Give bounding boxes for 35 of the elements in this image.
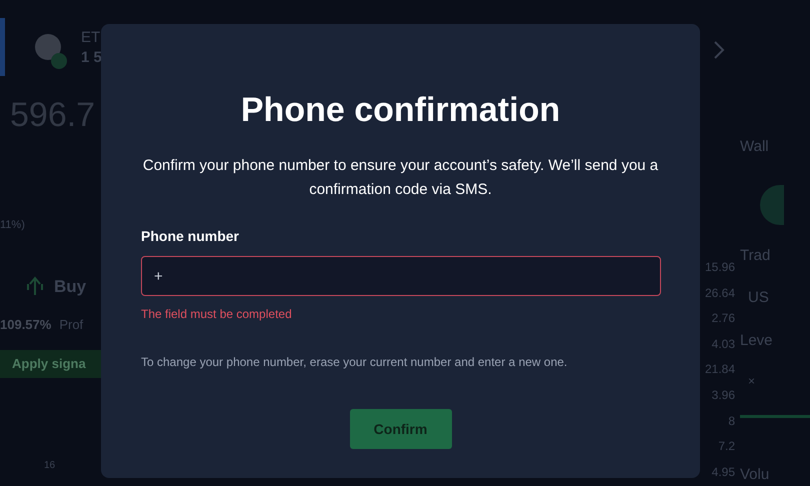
profit-label: Prof: [59, 316, 84, 334]
leverage-symbol: ×: [747, 373, 756, 390]
table-value: 4.95: [710, 464, 735, 481]
trade-value: US: [747, 288, 770, 308]
signal-direction: Buy: [54, 276, 86, 298]
confirm-button[interactable]: Confirm: [350, 409, 452, 449]
table-value: 15.96: [704, 259, 735, 276]
table-value: 4.03: [710, 336, 735, 353]
apply-signal-button[interactable]: Apply signa: [0, 350, 101, 378]
slider-track: [740, 415, 810, 418]
table-value: 8: [727, 412, 735, 430]
table-value: 2.76: [710, 310, 735, 328]
table-value: 3.96: [710, 386, 735, 404]
trade-label: Trad: [740, 246, 772, 266]
coin-icon: [35, 34, 67, 69]
error-message: The field must be completed: [141, 306, 293, 323]
field-label: Phone number: [141, 227, 240, 246]
signal-up-icon: [26, 276, 44, 296]
table-value: 7.2: [717, 438, 735, 456]
asset-symbol: ET: [81, 28, 102, 48]
phone-field[interactable]: +: [141, 256, 661, 296]
hint-text: To change your phone number, erase your current number and enter a new one.: [141, 354, 568, 371]
wallet-icon: [760, 184, 784, 224]
modal-title: Phone confirmation: [240, 90, 562, 130]
change-value: 11%): [0, 218, 26, 233]
volume-label: Volu: [740, 465, 770, 485]
axis-label: 16: [44, 458, 56, 472]
table-value: 21.84: [704, 361, 735, 378]
table-value: 26.64: [704, 284, 735, 302]
asset-amount: 1 5: [81, 48, 102, 68]
leverage-label: Leve: [740, 330, 774, 350]
profit-value: 109.57%: [0, 316, 52, 334]
wallet-label: Wall: [740, 137, 770, 157]
chevron-right-icon[interactable]: [713, 40, 725, 60]
modal-description: Confirm your phone number to ensure your account’s safety. We’ll send you a confirmation code via SMS.: [142, 156, 660, 200]
